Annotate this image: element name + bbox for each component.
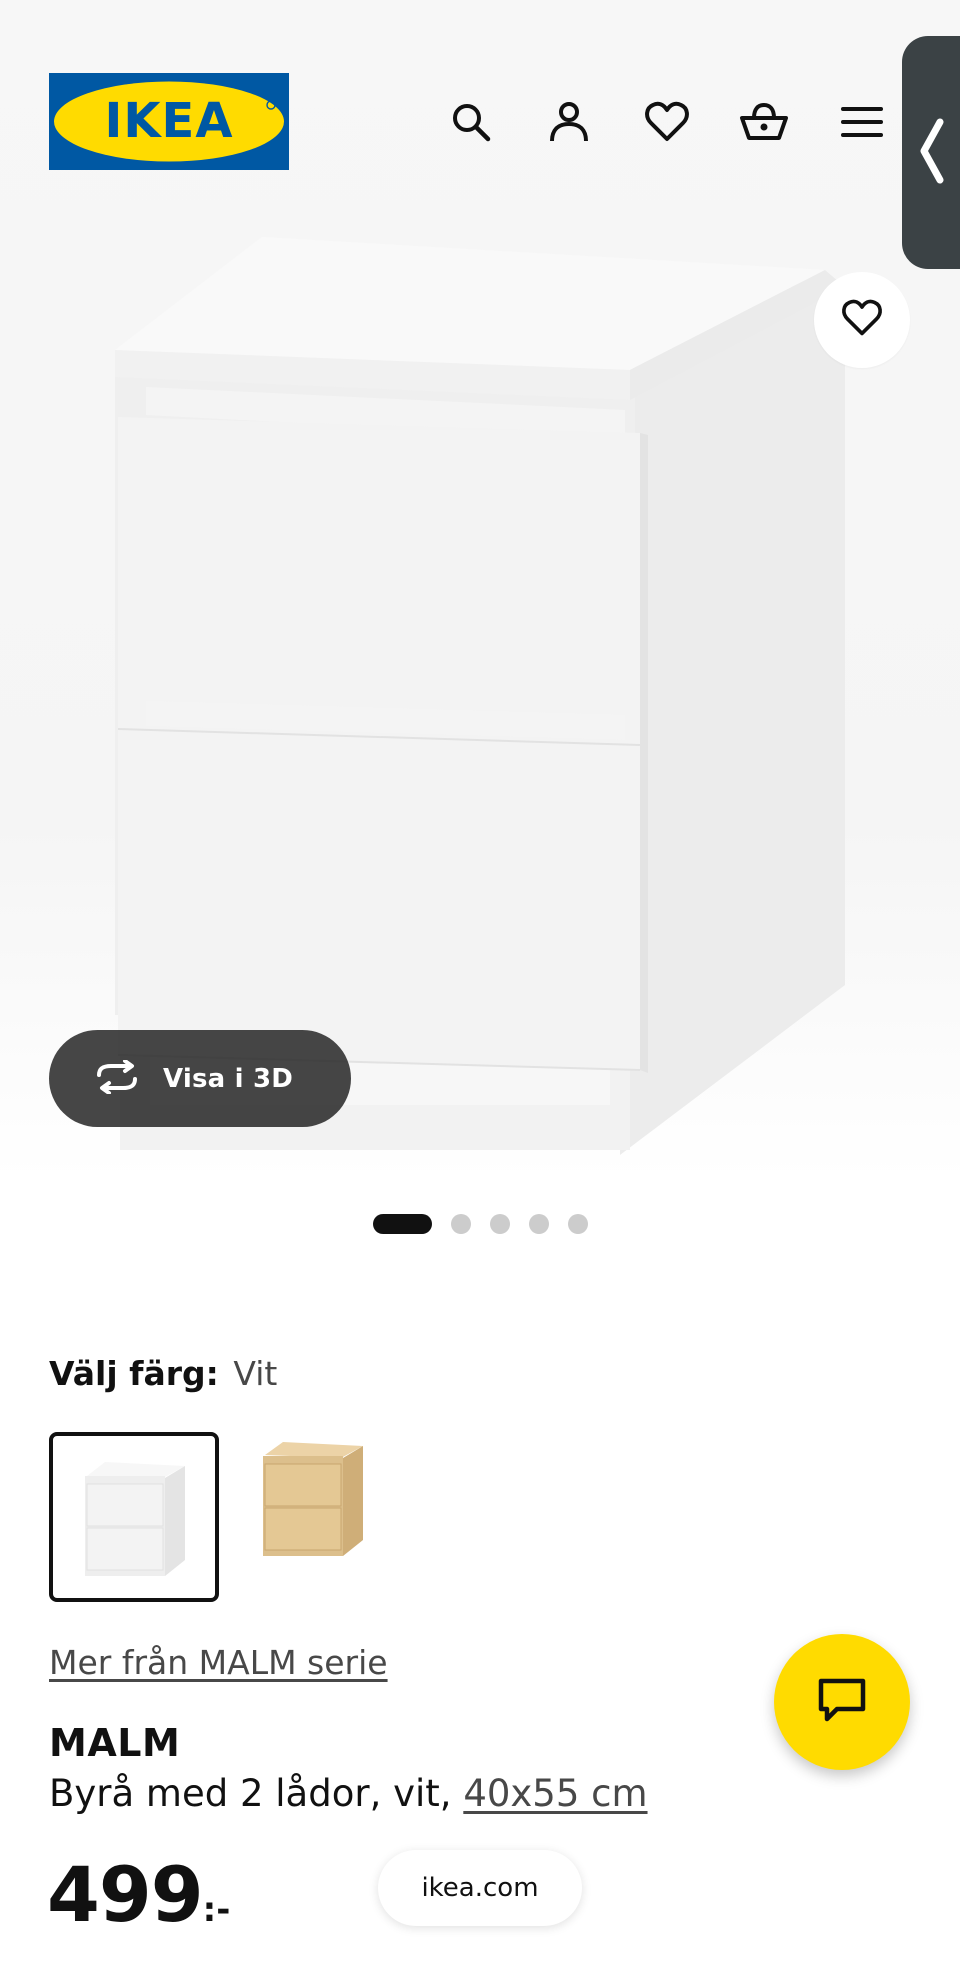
heart-icon[interactable] bbox=[641, 96, 693, 148]
side-panel-tab[interactable] bbox=[902, 36, 960, 269]
series-link[interactable]: Mer från MALM serie bbox=[49, 1643, 388, 1682]
user-icon[interactable] bbox=[543, 96, 595, 148]
product-name: MALM bbox=[49, 1721, 181, 1765]
product-price: 499:- bbox=[47, 1850, 230, 1939]
color-value: Vit bbox=[233, 1354, 278, 1393]
carousel-dot[interactable] bbox=[373, 1214, 432, 1234]
search-icon[interactable] bbox=[445, 96, 497, 148]
color-label: Välj färg: bbox=[49, 1354, 219, 1393]
product-description: Byrå med 2 lådor, vit, 40x55 cm bbox=[49, 1772, 648, 1815]
menu-icon[interactable] bbox=[836, 96, 888, 148]
chat-icon bbox=[817, 1677, 867, 1727]
rotate-icon bbox=[91, 1058, 143, 1098]
color-chooser-label: Välj färg: Vit bbox=[49, 1354, 277, 1393]
carousel-dot[interactable] bbox=[568, 1214, 588, 1234]
color-swatch-birch[interactable] bbox=[249, 1432, 419, 1602]
image-carousel-dots bbox=[373, 1214, 588, 1234]
color-swatch-white[interactable] bbox=[49, 1432, 219, 1602]
price-suffix: :- bbox=[202, 1890, 231, 1930]
browser-url-pill[interactable]: ikea.com bbox=[378, 1850, 582, 1926]
carousel-dot[interactable] bbox=[490, 1214, 510, 1234]
size-link[interactable]: 40x55 cm bbox=[463, 1772, 647, 1815]
price-integer: 499 bbox=[47, 1850, 204, 1939]
view-3d-label: Visa i 3D bbox=[163, 1063, 294, 1094]
carousel-dot[interactable] bbox=[529, 1214, 549, 1234]
product-description-text: Byrå med 2 lådor, vit, bbox=[49, 1772, 464, 1815]
ikea-logo[interactable]: IKEA bbox=[49, 73, 289, 170]
view-3d-button[interactable]: Visa i 3D bbox=[49, 1030, 351, 1127]
basket-icon[interactable] bbox=[738, 96, 790, 148]
heart-icon bbox=[840, 298, 884, 342]
svg-text:IKEA: IKEA bbox=[105, 93, 234, 149]
favorite-button[interactable] bbox=[814, 272, 910, 368]
chevron-left-icon bbox=[916, 116, 946, 190]
chat-button[interactable] bbox=[774, 1634, 910, 1770]
carousel-dot[interactable] bbox=[451, 1214, 471, 1234]
